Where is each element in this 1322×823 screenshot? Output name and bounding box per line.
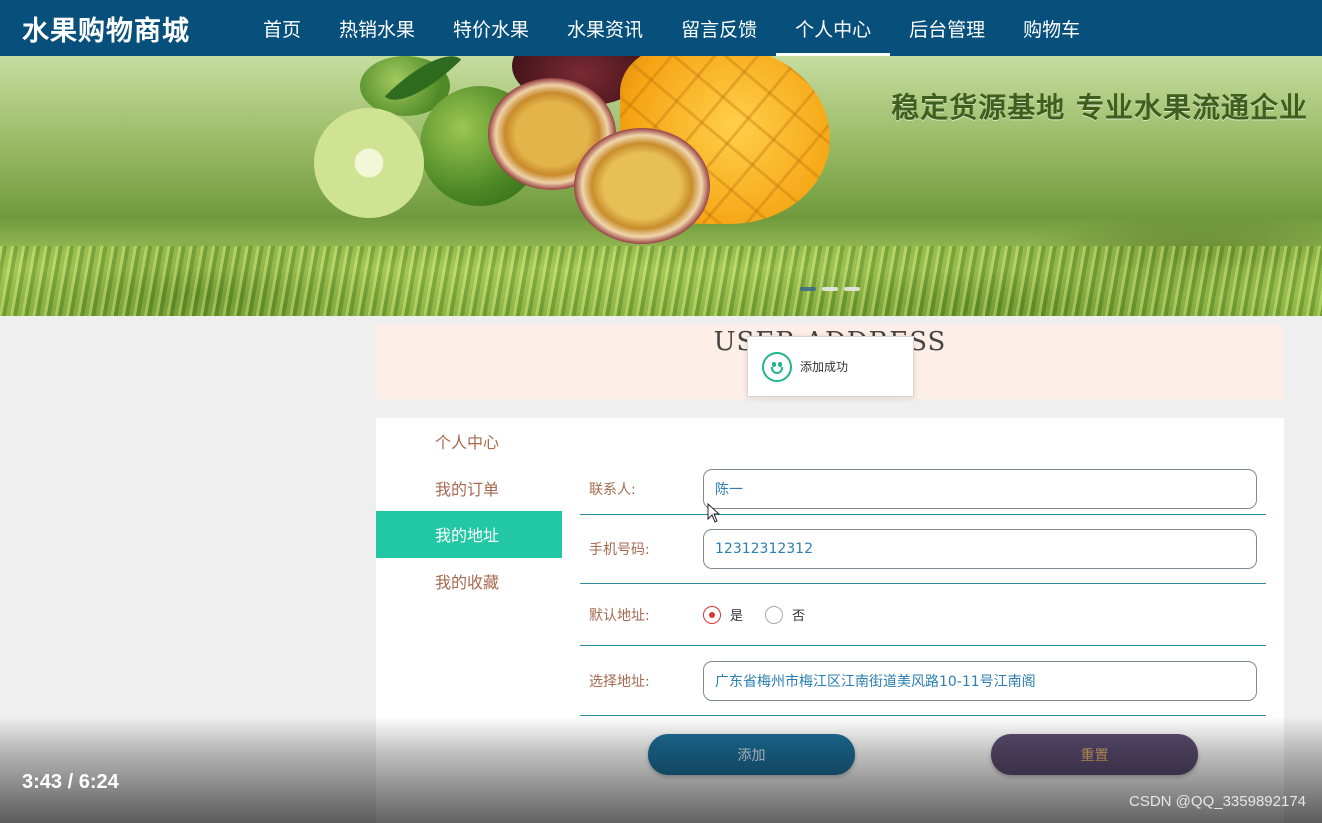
form-row-default-address: 默认地址: 是 否 (580, 584, 1266, 646)
radio-no[interactable]: 否 (765, 605, 805, 624)
reset-button[interactable]: 重置 (991, 734, 1198, 775)
radio-no-label: 否 (792, 609, 806, 624)
side-item-my-favorites[interactable]: 我的收藏 (376, 558, 562, 605)
side-item-user-center[interactable]: 个人中心 (376, 418, 562, 465)
site-logo[interactable]: 水果购物商城 (22, 9, 190, 48)
slider-dot[interactable] (800, 287, 816, 291)
side-item-my-address[interactable]: 我的地址 (376, 511, 562, 558)
default-address-label: 默认地址: (589, 607, 650, 624)
smile-icon (762, 351, 792, 382)
form-row-phone: 手机号码: (580, 515, 1266, 584)
radio-no-circle[interactable] (765, 605, 784, 624)
nav-item-fruit-news[interactable]: 水果资讯 (548, 0, 662, 56)
address-label: 选择地址: (589, 673, 650, 690)
success-toast: 添加成功 (747, 336, 914, 397)
nav-item-special-fruit[interactable]: 特价水果 (434, 0, 548, 56)
banner-grass (0, 246, 1322, 316)
nav-item-feedback[interactable]: 留言反馈 (662, 0, 776, 56)
contact-label: 联系人: (589, 482, 636, 498)
address-form: 联系人: 手机号码: 默认地址: 是 否 选择地址: (580, 464, 1266, 716)
contact-input[interactable] (703, 469, 1257, 509)
nav-item-hot-fruit[interactable]: 热销水果 (320, 0, 434, 56)
default-address-radio-group: 是 否 (703, 605, 827, 624)
address-input[interactable] (703, 660, 1257, 701)
radio-yes[interactable]: 是 (703, 605, 743, 624)
slider-dot[interactable] (822, 287, 838, 291)
add-button[interactable]: 添加 (648, 734, 855, 775)
phone-input[interactable] (703, 529, 1257, 569)
slider-dots (800, 287, 860, 291)
form-row-contact: 联系人: (580, 464, 1266, 515)
radio-yes-label: 是 (730, 609, 744, 624)
side-item-my-orders[interactable]: 我的订单 (376, 465, 562, 512)
nav-item-admin[interactable]: 后台管理 (890, 0, 1004, 56)
passion-fruit-image (574, 128, 710, 244)
banner-carousel[interactable]: 稳定货源基地 专业水果流通企业 (0, 56, 1322, 316)
banner-slogan: 稳定货源基地 专业水果流通企业 (891, 91, 1308, 124)
form-row-address: 选择地址: (580, 646, 1266, 716)
top-nav: 水果购物商城 首页 热销水果 特价水果 水果资讯 留言反馈 个人中心 后台管理 … (0, 0, 1322, 56)
nav-item-cart[interactable]: 购物车 (1004, 0, 1099, 56)
slider-dot[interactable] (844, 287, 860, 291)
nav-item-user-center[interactable]: 个人中心 (776, 0, 891, 56)
lime-slice-image (314, 108, 424, 218)
watermark: CSDN @QQ_3359892174 (1129, 793, 1306, 810)
nav-item-home[interactable]: 首页 (244, 0, 320, 56)
radio-yes-circle[interactable] (703, 605, 721, 624)
toast-message: 添加成功 (800, 360, 849, 374)
address-panel: 个人中心 我的订单 我的地址 我的收藏 联系人: 手机号码: 默认地址: 是 否 (376, 418, 1284, 823)
video-time: 3:43 / 6:24 (22, 771, 119, 793)
mouse-cursor-icon (707, 503, 721, 523)
side-menu: 个人中心 我的订单 我的地址 我的收藏 (376, 418, 562, 604)
phone-label: 手机号码: (589, 542, 650, 558)
